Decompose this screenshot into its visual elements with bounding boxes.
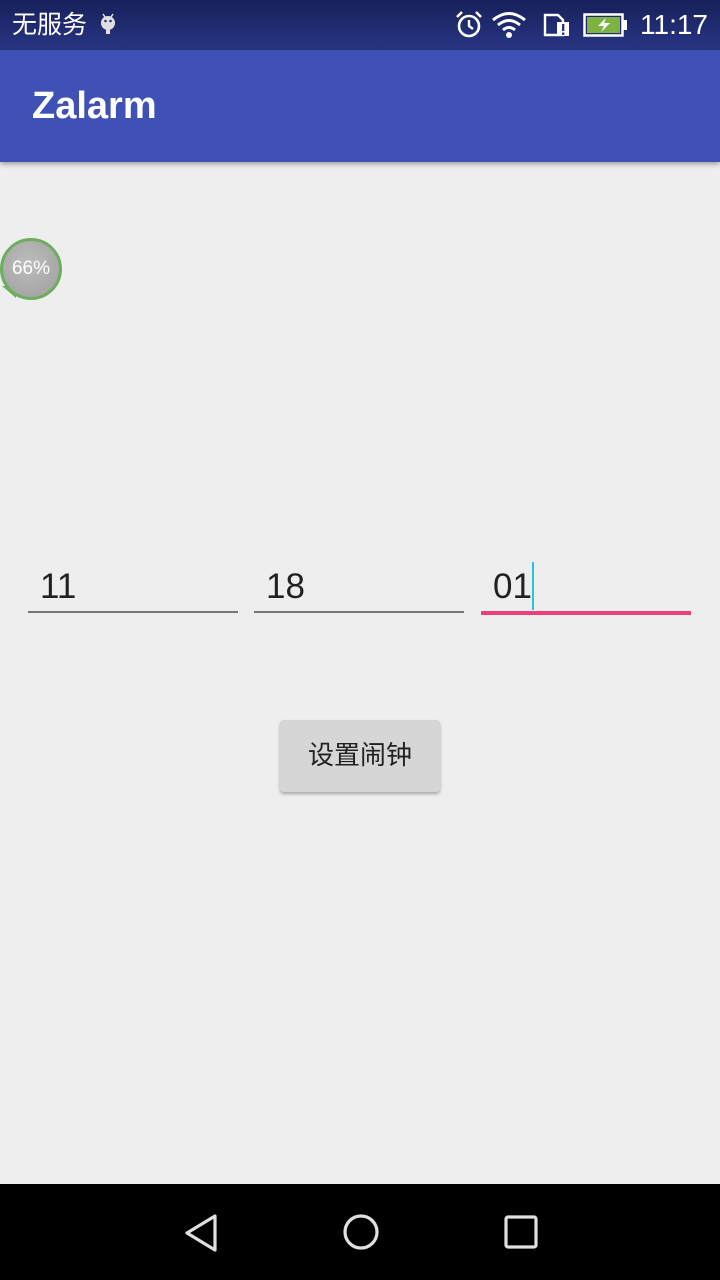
battery-float-bubble[interactable]: 66% (0, 238, 62, 300)
status-bar: 无服务 11:17 (0, 0, 720, 50)
second-underline (481, 611, 691, 615)
wifi-icon (492, 12, 526, 38)
hour-input[interactable]: 11 (28, 560, 238, 616)
status-clock: 11:17 (640, 9, 708, 40)
carrier-label: 无服务 (12, 10, 88, 39)
text-cursor (532, 562, 534, 610)
app-title: Zalarm (32, 85, 157, 127)
app-bar: Zalarm (0, 50, 720, 162)
alarm-icon (456, 11, 482, 38)
minute-input[interactable]: 18 (254, 560, 464, 616)
battery-charging-icon (583, 13, 627, 37)
second-value: 01 (493, 567, 532, 606)
hour-value: 11 (40, 567, 77, 606)
sim-card-icon (543, 13, 569, 37)
recents-icon[interactable] (503, 1214, 539, 1250)
minute-underline (254, 611, 464, 613)
minute-value: 18 (266, 567, 305, 606)
android-debug-icon (101, 13, 115, 34)
second-input[interactable]: 01 (481, 560, 691, 616)
navigation-bar (0, 1184, 720, 1280)
set-alarm-button[interactable]: 设置闹钟 (280, 720, 440, 792)
battery-percent-label: 66% (11, 258, 51, 279)
back-icon[interactable] (183, 1213, 219, 1253)
hour-underline (28, 611, 238, 613)
home-icon[interactable] (342, 1213, 380, 1251)
